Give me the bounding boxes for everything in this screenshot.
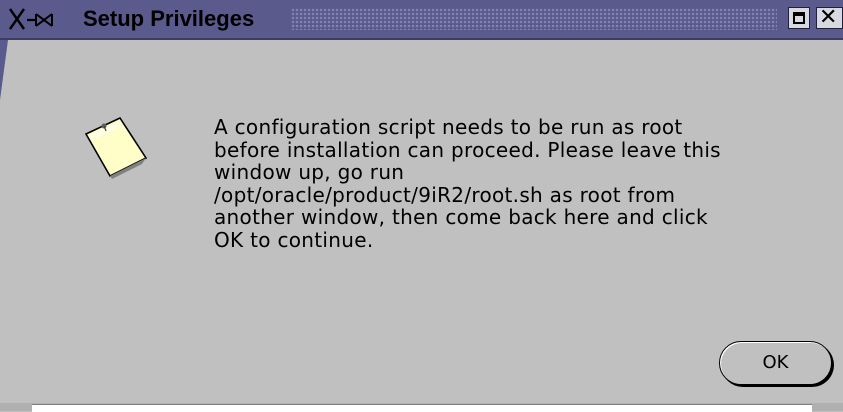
window-bottom-edge xyxy=(0,403,843,412)
maximize-icon xyxy=(793,12,805,24)
title-bar-texture xyxy=(291,8,777,30)
title-bar[interactable]: Setup Privileges ✕ xyxy=(0,0,843,40)
dialog-message: A configuration script needs to be run a… xyxy=(214,115,721,252)
ok-button[interactable]: OK xyxy=(719,341,832,385)
note-icon xyxy=(80,112,150,182)
setup-privileges-dialog: Setup Privileges ✕ A configuration scrip… xyxy=(0,0,843,412)
window-menu-glyph xyxy=(9,8,53,30)
close-button[interactable]: ✕ xyxy=(816,5,843,30)
maximize-button[interactable] xyxy=(788,7,810,29)
close-icon: ✕ xyxy=(819,5,838,30)
window-title: Setup Privileges xyxy=(83,6,255,31)
window-menu-icon[interactable] xyxy=(8,6,78,32)
window-frame-edge xyxy=(0,40,8,100)
